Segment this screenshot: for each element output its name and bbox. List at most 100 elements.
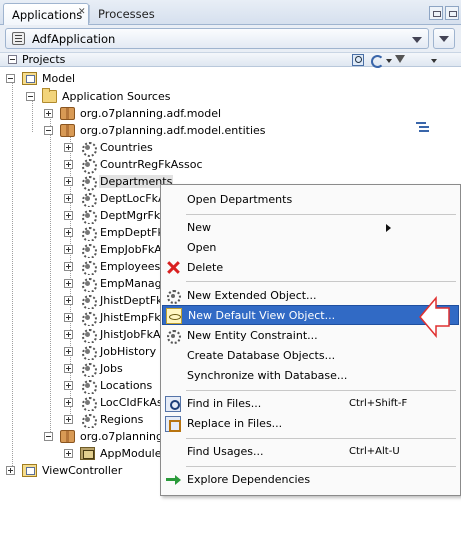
menu-item-synchronize-with-database[interactable]: Synchronize with Database... <box>162 366 459 386</box>
tab-processes[interactable]: Processes <box>90 3 163 25</box>
tree-line <box>12 82 13 468</box>
entity-icon <box>80 378 97 394</box>
collapse-icon[interactable] <box>8 55 17 64</box>
expand-icon[interactable] <box>64 449 73 458</box>
expand-icon[interactable] <box>44 109 53 118</box>
entity-icon <box>165 328 181 344</box>
tree-node-label: EmpManage <box>100 277 160 290</box>
tree-node-entity[interactable]: CountrRegFkAssoc <box>64 156 204 174</box>
entity-icon <box>80 259 97 275</box>
tree-node-entity[interactable]: DeptMgrFkA <box>64 207 160 224</box>
tree-node-label: Regions <box>100 413 144 426</box>
expand-icon[interactable] <box>64 381 73 390</box>
sync-icon[interactable] <box>370 54 386 68</box>
menu-item-open-departments[interactable]: Open Departments <box>162 190 459 210</box>
menu-item-new-default-view-object[interactable]: New Default View Object... <box>162 305 459 325</box>
tree-node-application-sources[interactable]: Application Sources <box>26 88 226 105</box>
tree-node-entity[interactable]: JobHistory <box>64 343 160 360</box>
tree-node-package[interactable]: org.o7planning.adf.model <box>44 105 244 122</box>
tree-node-entity[interactable]: JhistDeptFk <box>64 292 160 309</box>
tree-node-package[interactable]: org.o7planning.adf.model.entities <box>44 122 284 139</box>
tree-node-entity[interactable]: Jobs <box>64 360 160 377</box>
menu-item-create-database-objects[interactable]: Create Database Objects... <box>162 346 459 366</box>
menu-item-new-extended-object[interactable]: New Extended Object... <box>162 286 459 306</box>
application-select[interactable]: AdfApplication <box>5 28 429 49</box>
expand-icon[interactable] <box>64 194 73 203</box>
expand-icon[interactable] <box>6 466 15 475</box>
menu-item-explore-dependencies[interactable]: Explore Dependencies <box>162 470 459 490</box>
collapse-icon[interactable] <box>6 74 15 83</box>
tree-node-label: Application Sources <box>62 90 171 103</box>
collapse-icon[interactable] <box>44 126 53 135</box>
expand-icon[interactable] <box>64 211 73 220</box>
tab-applications[interactable]: Applications <box>3 3 89 25</box>
tree-node-entity[interactable]: Departments <box>64 173 174 191</box>
collapse-icon[interactable] <box>26 92 35 101</box>
menu-item-new-entity-constraint[interactable]: New Entity Constraint... <box>162 326 459 346</box>
application-menu-button[interactable] <box>433 28 455 49</box>
expand-icon[interactable] <box>64 296 73 305</box>
tree-node-entity[interactable]: Employees <box>64 258 160 275</box>
expand-icon[interactable] <box>64 415 73 424</box>
menu-item-new[interactable]: New <box>162 218 459 238</box>
tree-node-entity[interactable]: EmpManage <box>64 275 160 292</box>
expand-icon[interactable] <box>64 279 73 288</box>
collapse-icon[interactable] <box>44 432 53 441</box>
menu-item-delete[interactable]: Delete <box>162 258 459 278</box>
expand-icon[interactable] <box>64 347 73 356</box>
tree-node-label: DeptLocFkA <box>100 192 160 205</box>
menu-item-find-usages[interactable]: Find Usages... Ctrl+Alt-U <box>162 442 459 462</box>
menu-item-find-in-files[interactable]: Find in Files... Ctrl+Shift-F <box>162 394 459 414</box>
tree-node-label: EmpDeptFkA <box>100 226 160 239</box>
submenu-arrow-icon <box>386 224 391 232</box>
menu-item-label: Create Database Objects... <box>187 349 336 362</box>
tree-node-entity[interactable]: LocCIdFkAs <box>64 394 160 411</box>
tree-node-entity[interactable]: JhistJobFkA <box>64 326 160 343</box>
expand-icon[interactable] <box>64 313 73 322</box>
entity-icon <box>80 276 97 292</box>
tree-node-entity[interactable]: JhistEmpFkA <box>64 309 160 326</box>
expand-icon[interactable] <box>64 177 73 186</box>
view-object-icon <box>166 308 182 324</box>
minimize-icon[interactable] <box>429 6 443 20</box>
tree-node-label: Model <box>42 72 76 85</box>
tree-node-entity[interactable]: DeptLocFkA <box>64 190 160 207</box>
tree-node-entity[interactable]: Regions <box>64 411 160 428</box>
maximize-icon[interactable] <box>445 6 459 20</box>
menu-item-label: Find in Files... <box>187 397 262 410</box>
tree-node-label: org.o7planning.adf.model.entities <box>80 124 266 137</box>
expand-icon[interactable] <box>64 262 73 271</box>
context-menu: Open Departments New Open Delete New Ext… <box>160 184 461 496</box>
expand-icon[interactable] <box>64 160 73 169</box>
expand-icon[interactable] <box>64 398 73 407</box>
entity-icon <box>80 395 97 411</box>
chevron-down-icon[interactable] <box>431 59 437 63</box>
tree-node-app-module[interactable]: AppModule <box>64 445 160 462</box>
menu-item-replace-in-files[interactable]: Replace in Files... <box>162 414 459 434</box>
expand-icon[interactable] <box>64 245 73 254</box>
menu-item-shortcut: Ctrl+Shift-F <box>349 398 408 409</box>
tree-node-model[interactable]: Model <box>6 70 156 87</box>
expand-icon[interactable] <box>64 228 73 237</box>
menu-item-open[interactable]: Open <box>162 238 459 258</box>
tree-node-view-controller[interactable]: ViewController <box>6 462 156 479</box>
tree-node-entity[interactable]: EmpDeptFkA <box>64 224 160 241</box>
search-icon[interactable] <box>352 54 364 66</box>
expand-icon[interactable] <box>64 330 73 339</box>
chevron-down-icon[interactable] <box>386 59 392 63</box>
menu-item-label: New <box>187 221 211 234</box>
projects-title: Projects <box>22 53 66 66</box>
tree-node-label: ViewController <box>42 464 123 477</box>
tree-node-entity[interactable]: Locations <box>64 377 160 394</box>
tree-node-package[interactable]: org.o7planning. <box>44 428 160 445</box>
expand-icon[interactable] <box>64 364 73 373</box>
close-icon[interactable]: ✕ <box>78 7 86 17</box>
application-select-value: AdfApplication <box>32 32 116 46</box>
menu-item-label: Explore Dependencies <box>187 473 311 486</box>
tab-bar: Applications ✕ Processes <box>0 0 461 25</box>
tree-node-entity[interactable]: Countries <box>64 139 184 157</box>
expand-icon[interactable] <box>64 143 73 152</box>
tree-node-entity[interactable]: EmpJobFkAs <box>64 241 160 258</box>
filter-icon[interactable] <box>395 54 407 66</box>
menu-item-label: Synchronize with Database... <box>187 369 348 382</box>
